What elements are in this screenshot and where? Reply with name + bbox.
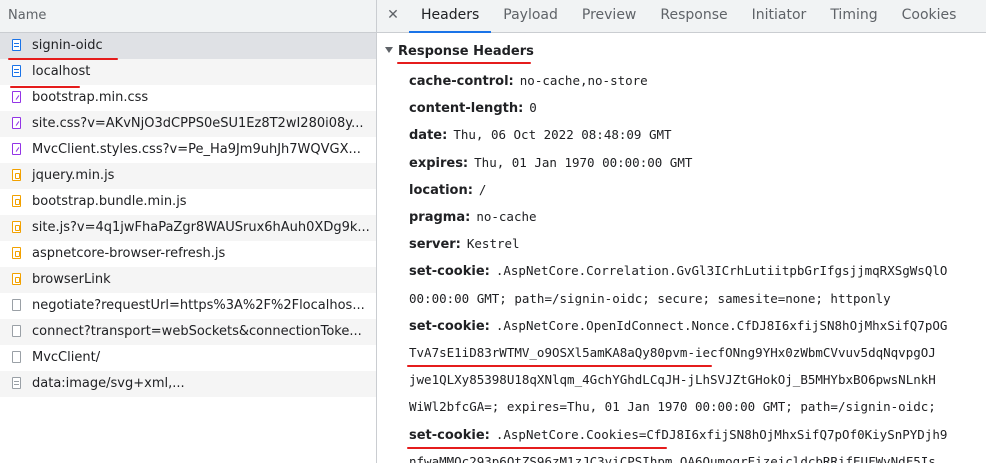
- request-name: MvcClient/: [32, 350, 101, 365]
- script-icon: [12, 169, 21, 181]
- document-icon: [12, 39, 21, 51]
- triangle-down-icon: [385, 47, 393, 53]
- request-name: aspnetcore-browser-refresh.js: [32, 246, 226, 261]
- response-header-row: cache-control: no-cache,no-store: [409, 70, 648, 92]
- section-title: Response Headers: [398, 44, 534, 59]
- request-row[interactable]: negotiate?requestUrl=https%3A%2F%2Flocal…: [0, 293, 376, 319]
- request-row[interactable]: site.css?v=AKvNjO3dCPPS0eSU1Ez8T2wI280i0…: [0, 111, 376, 137]
- header-key: set-cookie:: [409, 427, 490, 443]
- header-value-continuation: nfwaMMOc293p6OtZS96zM1zJC3viCPSIhpm_OA6O…: [409, 453, 936, 463]
- header-key: set-cookie:: [409, 264, 490, 280]
- header-value: Thu, 06 Oct 2022 08:48:09 GMT: [453, 127, 672, 143]
- request-row[interactable]: bootstrap.min.css: [0, 85, 376, 111]
- header-value: .AspNetCore.Cookies=CfDJ8I6xfijSN8hOjMhx…: [495, 426, 948, 442]
- file-icon: [12, 351, 21, 363]
- tab-preview[interactable]: Preview: [570, 0, 649, 32]
- tab-initiator[interactable]: Initiator: [740, 0, 819, 32]
- header-key: date:: [409, 128, 448, 144]
- header-key: location:: [409, 182, 473, 198]
- request-row[interactable]: site.js?v=4q1jwFhaPaZgr8WAUSrux6hAuh0XDg…: [0, 215, 376, 241]
- request-row[interactable]: bootstrap.bundle.min.js: [0, 189, 376, 215]
- script-icon: [12, 273, 21, 285]
- stylesheet-icon: [12, 91, 21, 103]
- header-value: no-cache: [476, 209, 537, 224]
- header-key: cache-control:: [409, 74, 514, 89]
- request-name: negotiate?requestUrl=https%3A%2F%2Flocal…: [32, 298, 365, 313]
- response-header-row: set-cookie: .AspNetCore.Cookies=CfDJ8I6xf…: [409, 424, 947, 446]
- request-name: connect?transport=webSockets&connectionT…: [32, 324, 362, 339]
- tab-response[interactable]: Response: [648, 0, 739, 32]
- request-row[interactable]: localhost: [0, 59, 376, 85]
- stylesheet-icon: [12, 117, 21, 129]
- header-key: pragma:: [409, 210, 471, 225]
- annotation-underline-response-headers: [397, 62, 531, 64]
- request-row[interactable]: aspnetcore-browser-refresh.js: [0, 241, 376, 267]
- header-key: server:: [409, 237, 461, 253]
- document-icon: [12, 65, 21, 77]
- header-value: 0: [529, 100, 537, 116]
- details-panel: ✕ Headers Payload Preview Response Initiator…: [377, 0, 986, 463]
- header-value: .AspNetCore.OpenIdConnect.Nonce.CfDJ8I6x…: [495, 317, 948, 333]
- tab-timing[interactable]: Timing: [818, 0, 889, 32]
- request-row[interactable]: MvcClient.styles.css?v=Pe_Ha9Jm9uhJh7WQV…: [0, 137, 376, 163]
- request-row[interactable]: data:image/svg+xml,...: [0, 371, 376, 397]
- header-value-continuation: WiWl2bfcGA=; expires=Thu, 01 Jan 1970 00…: [409, 399, 936, 415]
- request-row[interactable]: signin-oidc: [0, 33, 376, 59]
- annotation-underline-signin: [8, 58, 118, 60]
- file-icon: [12, 299, 21, 311]
- request-name: site.js?v=4q1jwFhaPaZgr8WAUSrux6hAuh0XDg…: [32, 220, 370, 235]
- request-name: site.css?v=AKvNjO3dCPPS0eSU1Ez8T2wI280i0…: [32, 116, 364, 131]
- request-name: bootstrap.bundle.min.js: [32, 194, 187, 209]
- response-header-row: set-cookie: .AspNetCore.OpenIdConnect.Non…: [409, 315, 947, 337]
- script-icon: [12, 195, 21, 207]
- header-value-continuation: TvA7sE1iD83rWTMV_o9OSXl5amKA8aQy80pvm-ie…: [409, 345, 936, 360]
- response-headers-section-toggle[interactable]: Response Headers: [385, 40, 534, 64]
- header-value: no-cache,no-store: [519, 73, 648, 88]
- details-tabbar: ✕ Headers Payload Preview Response Initiator…: [377, 0, 986, 33]
- header-key: expires:: [409, 155, 469, 171]
- response-header-row: server: Kestrel: [409, 233, 520, 255]
- request-list-panel: Name signin-oidc localhost bootstrap.min.c…: [0, 0, 377, 463]
- header-key: set-cookie:: [409, 318, 490, 334]
- request-name: data:image/svg+xml,...: [32, 376, 185, 391]
- request-name: localhost: [32, 64, 91, 79]
- annotation-underline-nonce: [407, 365, 712, 367]
- header-value: Thu, 01 Jan 1970 00:00:00 GMT: [474, 154, 693, 170]
- request-name: bootstrap.min.css: [32, 90, 149, 105]
- tab-headers[interactable]: Headers: [409, 0, 492, 33]
- response-header-row: expires: Thu, 01 Jan 1970 00:00:00 GMT: [409, 152, 692, 174]
- image-file-icon: [12, 377, 21, 389]
- request-row[interactable]: browserLink: [0, 267, 376, 293]
- request-name: browserLink: [32, 272, 111, 287]
- annotation-underline-localhost: [10, 86, 80, 88]
- annotation-underline-cookies: [407, 447, 667, 449]
- file-icon: [12, 325, 21, 337]
- response-header-row: pragma: no-cache: [409, 206, 537, 228]
- header-value: .AspNetCore.Correlation.GvGl3ICrhLutiitp…: [495, 263, 948, 279]
- request-row[interactable]: jquery.min.js: [0, 163, 376, 189]
- request-row[interactable]: connect?transport=webSockets&connectionT…: [0, 319, 376, 345]
- tab-cookies[interactable]: Cookies: [890, 0, 969, 32]
- response-header-row: set-cookie: .AspNetCore.Correlation.GvGl3…: [409, 260, 947, 282]
- header-key: content-length:: [409, 101, 524, 117]
- request-name: signin-oidc: [32, 38, 103, 53]
- request-name: jquery.min.js: [32, 168, 115, 183]
- response-header-row: date: Thu, 06 Oct 2022 08:48:09 GMT: [409, 124, 672, 146]
- response-header-row: location: /: [409, 179, 486, 201]
- name-column-header[interactable]: Name: [0, 0, 376, 33]
- script-icon: [12, 247, 21, 259]
- header-value: /: [478, 181, 487, 197]
- header-value-continuation: 00:00:00 GMT; path=/signin-oidc; secure;…: [409, 290, 891, 306]
- tab-payload[interactable]: Payload: [491, 0, 570, 32]
- stylesheet-icon: [12, 143, 21, 155]
- header-value-continuation: jwe1QLXy85398U18qXNlqm_4GchYGhdLCqJH-jLh…: [409, 372, 936, 388]
- header-value: Kestrel: [466, 236, 520, 252]
- request-row[interactable]: MvcClient/: [0, 345, 376, 371]
- response-header-row: content-length: 0: [409, 97, 537, 119]
- script-icon: [12, 221, 21, 233]
- close-icon[interactable]: ✕: [377, 0, 409, 32]
- request-name: MvcClient.styles.css?v=Pe_Ha9Jm9uhJh7WQV…: [32, 142, 361, 157]
